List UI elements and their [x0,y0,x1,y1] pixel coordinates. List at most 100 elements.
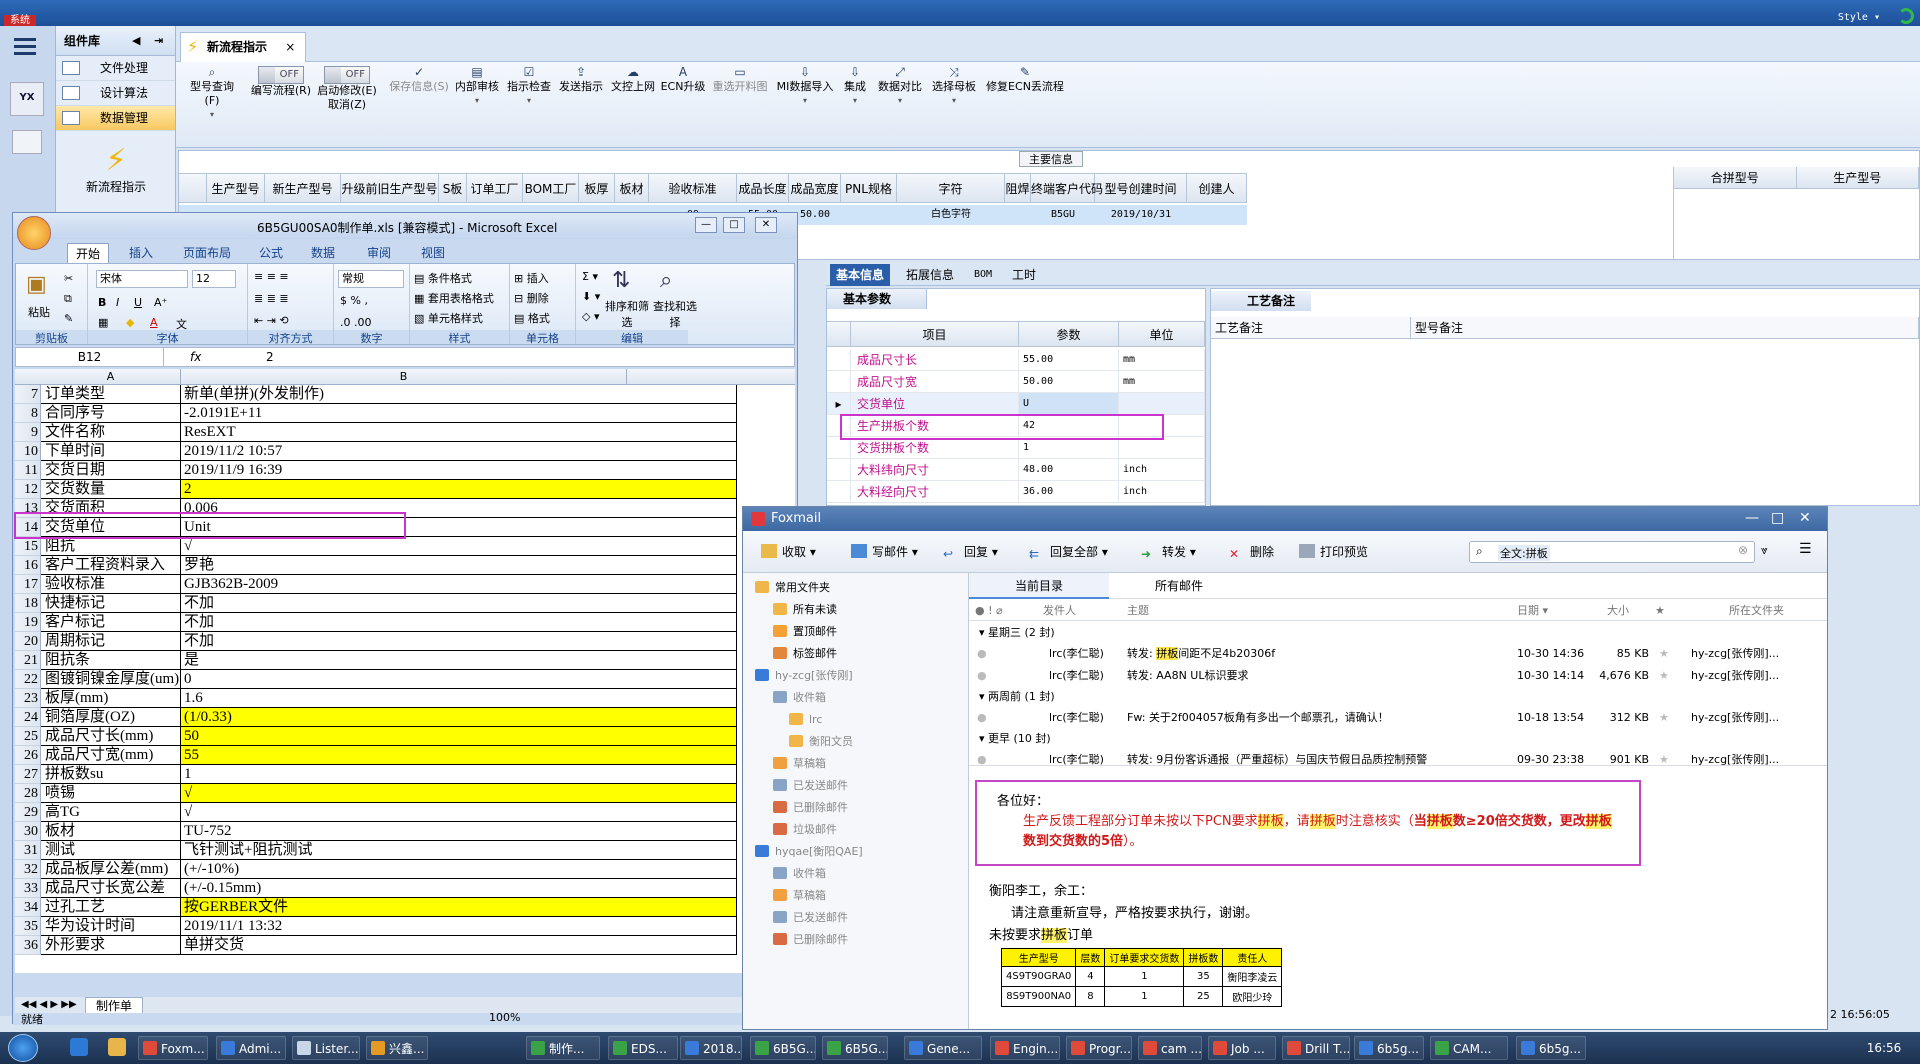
folder-label[interactable]: hy-zcg[张传刚] [775,669,853,682]
unread-dot[interactable]: ● [977,665,987,687]
param-name[interactable]: 大料经向尺寸 [851,481,1019,502]
col-date[interactable]: 日期 ▾ [1517,601,1548,621]
start-edit-toggle[interactable]: OFF 启动修改(E) 取消(Z) [310,66,384,112]
find-select-button[interactable]: 查找和选择 [652,298,698,330]
fill-icon[interactable]: ⬇ ▾ [582,290,600,303]
cell-b[interactable]: 2019/11/2 10:57 [181,442,737,461]
cell-b[interactable]: TU-752 [181,822,737,841]
style-menu[interactable]: Style ▾ [1838,12,1880,23]
number-format-select[interactable]: 常规 [338,270,404,288]
star-icon[interactable]: ★ [1659,643,1669,665]
ribbon-tab-formula[interactable]: 公式 [259,243,283,263]
main-cell[interactable] [1187,205,1247,225]
main-col-header[interactable]: 成品宽度 [789,174,841,202]
cell-a[interactable]: 阻抗 [41,537,181,556]
folder-icon[interactable] [773,801,787,813]
check-instruction-button[interactable]: ☑ 指示检查 ▾ [504,66,554,108]
folder-icon[interactable] [773,911,787,923]
folder-label[interactable]: hyqae[衡阳QAE] [775,845,863,858]
row-number[interactable]: 27 [15,765,41,784]
param-value[interactable]: 55.00 [1019,349,1119,370]
cell-a[interactable]: 成品尺寸宽(mm) [41,746,181,765]
folder-item[interactable]: 垃圾邮件 [773,819,837,841]
tab-new-flow[interactable]: ⚡ 新流程指示 × [180,32,307,62]
unread-dot[interactable]: ● [977,707,987,729]
mail-row[interactable]: ● lrc(李仁聪) 转发: AA8N UL标识要求 10-30 14:14 4,676… [969,665,1827,687]
cell-b[interactable]: 罗艳 [181,556,737,575]
taskbar-item[interactable]: Drill T... [1282,1036,1350,1060]
integrate-button[interactable]: ⇩ 集成 ▾ [838,66,872,108]
table-cell[interactable]: 8S9T900NA0 [1000,986,1077,1007]
col-from[interactable]: 发件人 [1043,601,1076,621]
tab-all-mail[interactable]: 所有邮件 [1109,573,1249,599]
table-cell[interactable]: 欧阳少玲 [1222,986,1283,1007]
row-number[interactable]: 31 [15,841,41,860]
tab-bom[interactable]: BOM [968,264,998,286]
star-icon[interactable]: ★ [1659,665,1669,687]
cell-a[interactable]: 高TG [41,803,181,822]
row-number[interactable]: 35 [15,917,41,936]
format-painter-icon[interactable]: ✎ [64,312,73,325]
row-number[interactable]: 33 [15,879,41,898]
param-row[interactable]: 交货拼板个数 1 [827,437,1205,459]
row-number[interactable]: 10 [15,442,41,461]
cut-icon[interactable]: ✂ [64,272,73,285]
folder-item[interactable]: 已删除邮件 [773,929,848,951]
folder-label[interactable]: 标签邮件 [793,647,837,660]
param-unit[interactable]: inch [1119,459,1205,480]
table-cell[interactable]: 衡阳李凌云 [1222,966,1283,987]
row-number[interactable]: 20 [15,632,41,651]
row-indicator[interactable]: ▸ [827,393,851,414]
cell-style-button[interactable]: ▧ 单元格样式 [414,310,483,326]
folder-icon[interactable] [773,823,787,835]
folder-icon[interactable] [773,691,787,703]
complib-item-data[interactable]: 数据管理 [56,106,175,131]
ribbon-tab-view[interactable]: 视图 [421,243,445,263]
col-subject[interactable]: 主题 [1127,601,1149,621]
folder-label[interactable]: 置顶邮件 [793,625,837,638]
currency-icon[interactable]: $ % , [340,294,368,307]
row-indicator[interactable] [179,174,207,202]
row-number[interactable]: 17 [15,575,41,594]
explorer-icon[interactable] [108,1038,126,1056]
folder-icon[interactable] [789,735,803,747]
folder-icon[interactable] [773,867,787,879]
collapse-left-icon[interactable]: ◀ [132,26,140,56]
forward-button[interactable]: ➜ 转发 ▾ [1141,543,1196,561]
folder-item[interactable]: 所有未读 [773,599,837,621]
sum-icon[interactable]: Σ ▾ [582,270,598,283]
sheet-row[interactable]: 34 过孔工艺 按GERBER文件 [15,898,795,917]
italic-button[interactable]: I [116,296,119,309]
sheet-row[interactable]: 24 铜箔厚度(OZ) (1/0.33) [15,708,795,727]
cell-b[interactable]: √ [181,537,737,556]
row-number[interactable]: 12 [15,480,41,499]
folder-label[interactable]: 所有未读 [793,603,837,616]
main-col-header[interactable]: 订单工厂 [467,174,523,202]
sheet-row[interactable]: 36 外形要求 单拼交货 [15,936,795,955]
sheet-row[interactable]: 28 喷锡 √ [15,784,795,803]
table-cell[interactable]: 25 [1183,986,1224,1007]
write-flow-toggle[interactable]: OFF 编写流程(R) [244,66,318,98]
main-cell[interactable] [1005,205,1031,225]
cell-a[interactable]: 下单时间 [41,442,181,461]
param-name[interactable]: 成品尺寸宽 [851,371,1019,392]
col-folder[interactable]: 所在文件夹 [1729,601,1784,621]
border-icon[interactable]: ▦ [98,316,108,329]
row-number[interactable]: 22 [15,670,41,689]
main-col-header[interactable]: BOM工厂 [523,174,579,202]
folder-label[interactable]: 衡阳文员 [809,735,853,748]
folder-label[interactable]: 草稿箱 [793,757,826,770]
cell-b[interactable]: 55 [181,746,737,765]
sheet-row[interactable]: 7 订单类型 新单(单拼)(外发制作) [15,385,795,404]
cell-a[interactable]: 成品尺寸长宽公差 [41,879,181,898]
folder-item[interactable]: hyqae[衡阳QAE] [755,841,863,863]
param-value[interactable]: 36.00 [1019,481,1119,502]
ie-icon[interactable] [70,1038,88,1056]
main-cell[interactable]: B5GU [1031,205,1095,225]
main-col-header[interactable]: PNL规格 [841,174,897,202]
sheet-row[interactable]: 17 验收标准 GJB362B-2009 [15,575,795,594]
sheet-row[interactable]: 12 交货数量 2 [15,480,795,499]
save-info-button[interactable]: ✓ 保存信息(S) [388,66,450,94]
folder-item[interactable]: 置顶邮件 [773,621,837,643]
app-logo[interactable]: YX [10,82,44,116]
